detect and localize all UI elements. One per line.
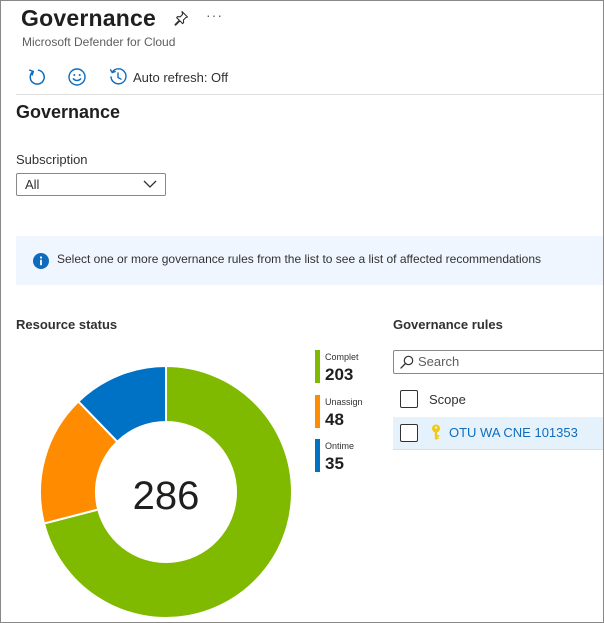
row-checkbox[interactable] [400,424,418,442]
subscription-label: Subscription [16,152,88,167]
pin-icon[interactable] [173,10,189,26]
legend-value-ontime: 35 [325,454,344,473]
info-icon [33,253,49,269]
toolbar-divider [16,94,603,95]
search-input[interactable]: Search [393,350,603,374]
column-header-scope[interactable]: Scope [429,392,466,407]
info-banner: Select one or more governance rules from… [16,236,603,285]
chevron-down-icon [143,180,157,188]
more-options-button[interactable]: ··· [206,7,223,23]
legend-label-completed: Complet [325,352,359,362]
refresh-icon[interactable] [27,67,47,87]
legend-label-ontime: Ontime [325,441,355,451]
resource-status-donut-chart: 286 [39,365,293,619]
auto-refresh-button[interactable]: Auto refresh: Off [133,70,228,85]
select-all-checkbox[interactable] [400,390,418,408]
resource-status-title: Resource status [16,317,118,332]
governance-rules-title: Governance rules [393,317,503,332]
page-title: Governance [21,5,156,31]
legend-swatch-unassigned [315,395,320,428]
history-clock-icon[interactable] [108,67,128,87]
governance-rule-link[interactable]: OTU WA CNE 101353 [449,425,578,440]
search-placeholder: Search [418,354,460,369]
legend-swatch-completed [315,350,320,383]
donut-total-value: 286 [133,474,200,518]
key-icon [432,424,440,440]
legend-swatch-ontime [315,439,320,472]
blade-frame: Governance ··· Microsoft Defender for Cl… [0,0,604,623]
subscription-dropdown[interactable]: All [16,173,166,196]
feedback-smiley-icon[interactable] [67,67,87,87]
legend-label-unassigned: Unassign [325,397,363,407]
search-icon [400,355,414,369]
info-banner-text: Select one or more governance rules from… [57,252,542,266]
legend-value-completed: 203 [325,365,354,384]
subscription-value: All [25,177,40,192]
table-row[interactable]: OTU WA CNE 101353 [393,417,603,450]
page-subtitle: Microsoft Defender for Cloud [22,35,176,49]
legend-value-unassigned: 48 [325,410,344,429]
section-heading: Governance [16,102,121,122]
